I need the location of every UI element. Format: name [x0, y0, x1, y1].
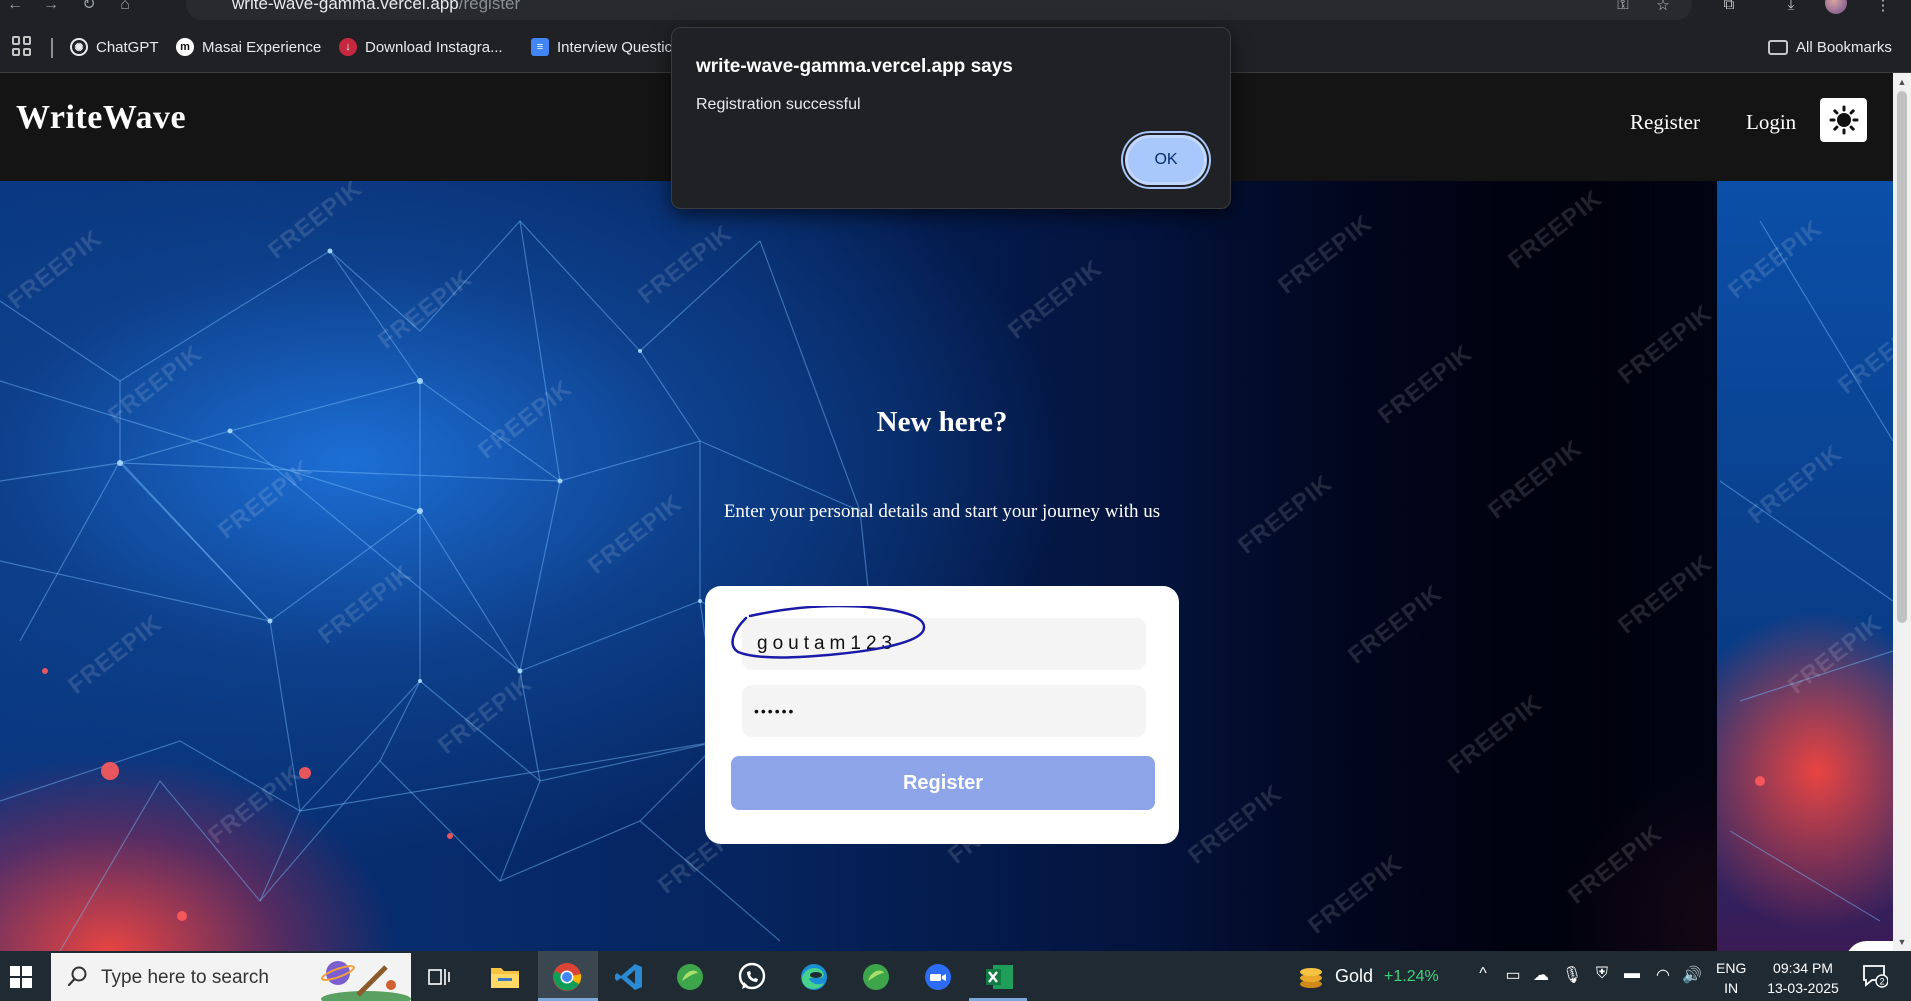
hero-section: FREEPIK FREEPIK FREEPIK FREEPIK FREEPIK …: [0, 181, 1893, 951]
site-logo[interactable]: WriteWave: [16, 99, 186, 137]
gold-widget-icon[interactable]: [1293, 959, 1329, 995]
notification-center-icon[interactable]: 2: [1862, 964, 1889, 988]
menu-kebab-icon[interactable]: ⋮: [1872, 0, 1894, 14]
bookmark-star-icon[interactable]: ☆: [1652, 0, 1674, 14]
password-key-icon[interactable]: ⚿: [1612, 0, 1634, 14]
reload-icon[interactable]: ↻: [78, 0, 100, 14]
chatgpt-icon: ✺: [70, 38, 88, 56]
password-input[interactable]: ••••••: [742, 685, 1146, 737]
excel-icon[interactable]: [982, 959, 1018, 995]
hero-subtitle: Enter your personal details and start yo…: [723, 501, 1161, 522]
alert-dialog-title: write-wave-gamma.vercel.app says: [696, 56, 1013, 77]
gold-widget-change[interactable]: +1.24%: [1384, 968, 1439, 986]
alert-dialog-message: Registration successful: [696, 96, 861, 113]
windows-taskbar: Type here to search Gold +1.24% ^ ▭ ☁ 🎙 …: [0, 951, 1911, 1001]
bookmark-label: Interview Questic: [557, 38, 673, 56]
gold-widget-label[interactable]: Gold: [1335, 966, 1373, 987]
notification-count: 2: [1879, 977, 1884, 987]
battery-icon[interactable]: ▬: [1621, 965, 1643, 987]
download-site-icon: ↓: [339, 38, 357, 56]
zoom-icon[interactable]: [920, 959, 956, 995]
windows-start-icon[interactable]: [10, 966, 32, 988]
all-bookmarks-label: All Bookmarks: [1796, 38, 1892, 56]
alert-dialog: write-wave-gamma.vercel.app says Registr…: [671, 27, 1231, 209]
register-submit-button[interactable]: Register: [731, 756, 1155, 810]
clock-time: 09:34 PM: [1773, 960, 1833, 976]
security-icon[interactable]: ⛨: [1591, 965, 1613, 987]
theme-toggle-button[interactable]: [1820, 98, 1867, 142]
microphone-icon[interactable]: 🎙: [1561, 965, 1583, 987]
wifi-icon[interactable]: ◠: [1652, 965, 1674, 987]
url-path: /register: [458, 0, 521, 13]
hand-drawn-circle-annotation: [731, 606, 926, 659]
meet-now-icon[interactable]: ▭: [1502, 965, 1524, 987]
bookmark-label: Download Instagra...: [365, 38, 503, 56]
language-region: IN: [1724, 980, 1739, 996]
masai-icon: m: [176, 38, 194, 56]
hero-title: New here?: [876, 406, 1008, 438]
bookmark-label: ChatGPT: [96, 38, 159, 56]
apps-grid-icon[interactable]: [12, 36, 32, 56]
scroll-down-icon[interactable]: ▼: [1897, 937, 1907, 947]
url-host: write-wave-gamma.vercel.app: [232, 0, 459, 13]
scrollbar-thumb[interactable]: [1897, 91, 1907, 623]
bookmarks-divider: [51, 38, 53, 58]
bookmark-interview-questions[interactable]: ≡ Interview Questic: [531, 35, 672, 59]
taskbar-search-placeholder: Type here to search: [101, 967, 269, 988]
browser-toolbar: ← → ↻ ⌂ write-wave-gamma.vercel.app/regi…: [0, 0, 1911, 22]
green-app-icon[interactable]: [672, 959, 708, 995]
nav-register-link[interactable]: Register: [1630, 110, 1700, 135]
scroll-up-icon[interactable]: ▲: [1897, 77, 1907, 87]
extensions-icon[interactable]: ⧉: [1718, 0, 1740, 14]
profile-avatar[interactable]: [1825, 0, 1847, 14]
sun-icon: [1829, 105, 1858, 135]
tray-chevron-up-icon[interactable]: ^: [1472, 965, 1494, 987]
home-icon[interactable]: ⌂: [114, 0, 136, 14]
volume-icon[interactable]: 🔊: [1681, 965, 1703, 987]
edge-icon[interactable]: [796, 959, 832, 995]
onedrive-cloud-icon[interactable]: ☁: [1530, 965, 1552, 987]
vscode-icon[interactable]: [611, 959, 647, 995]
bookmark-label: Masai Experience: [202, 38, 322, 56]
download-icon[interactable]: ⤓: [1780, 0, 1802, 14]
back-icon[interactable]: ←: [4, 0, 26, 14]
search-icon: [67, 966, 87, 987]
language-indicator[interactable]: ENG IN: [1716, 958, 1746, 998]
green-app-icon-2[interactable]: [858, 959, 894, 995]
clock-date: 13-03-2025: [1767, 980, 1839, 996]
bookmark-chatgpt[interactable]: ✺ ChatGPT: [70, 35, 159, 59]
bookmark-masai[interactable]: m Masai Experience: [176, 35, 321, 59]
bookmark-instagram-downloader[interactable]: ↓ Download Instagra...: [339, 35, 503, 59]
taskbar-clock[interactable]: 09:34 PM 13-03-2025: [1755, 958, 1851, 998]
search-highlight-illustration: [320, 961, 411, 1001]
file-explorer-icon[interactable]: [487, 959, 523, 995]
task-view-icon[interactable]: [422, 959, 458, 995]
alert-ok-button[interactable]: OK: [1125, 135, 1207, 185]
taskbar-search-box[interactable]: Type here to search: [51, 953, 411, 1001]
url-text[interactable]: write-wave-gamma.vercel.app/register: [232, 0, 520, 14]
all-bookmarks[interactable]: All Bookmarks: [1768, 35, 1892, 59]
whatsapp-icon[interactable]: [734, 959, 770, 995]
page-scrollbar[interactable]: ▲ ▼: [1893, 73, 1911, 951]
google-docs-icon: ≡: [531, 38, 549, 56]
chrome-icon[interactable]: [549, 959, 585, 995]
forward-icon[interactable]: →: [40, 0, 62, 14]
folder-icon: [1768, 39, 1788, 55]
nav-login-link[interactable]: Login: [1746, 110, 1796, 135]
language-code: ENG: [1716, 960, 1747, 976]
